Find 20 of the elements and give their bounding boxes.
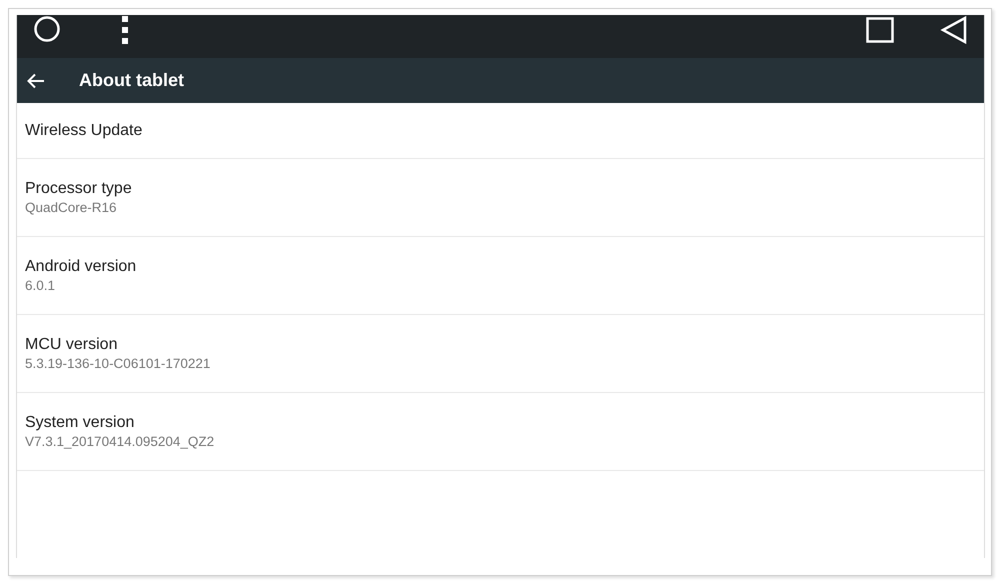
item-summary: 5.3.19-136-10-C06101-170221 bbox=[25, 356, 212, 371]
menu-icon[interactable] bbox=[121, 16, 129, 44]
settings-item[interactable]: Processor type QuadCore-R16 bbox=[17, 159, 984, 237]
item-title: Processor type bbox=[25, 180, 133, 198]
item-summary: QuadCore-R16 bbox=[25, 200, 118, 215]
home-circle-icon[interactable] bbox=[33, 14, 61, 42]
back-arrow-icon[interactable] bbox=[27, 72, 45, 88]
recents-square-icon[interactable] bbox=[866, 16, 894, 42]
item-title: Wireless Update bbox=[25, 122, 144, 140]
back-triangle-icon[interactable] bbox=[940, 16, 968, 44]
settings-item[interactable]: Android version 6.0.1 bbox=[17, 237, 984, 315]
screen-title: About tablet bbox=[79, 70, 184, 91]
settings-item[interactable]: Wireless Update bbox=[17, 103, 984, 159]
item-summary: V7.3.1_20170414.095204_QZ2 bbox=[25, 434, 216, 449]
item-title: Android version bbox=[25, 258, 138, 276]
item-title: System version bbox=[25, 414, 136, 432]
item-title: MCU version bbox=[25, 336, 118, 354]
item-summary: 6.0.1 bbox=[25, 278, 56, 293]
settings-item[interactable]: System version V7.3.1_20170414.095204_QZ2 bbox=[17, 393, 984, 471]
settings-item[interactable]: MCU version 5.3.19-136-10-C06101-170221 bbox=[17, 315, 984, 393]
